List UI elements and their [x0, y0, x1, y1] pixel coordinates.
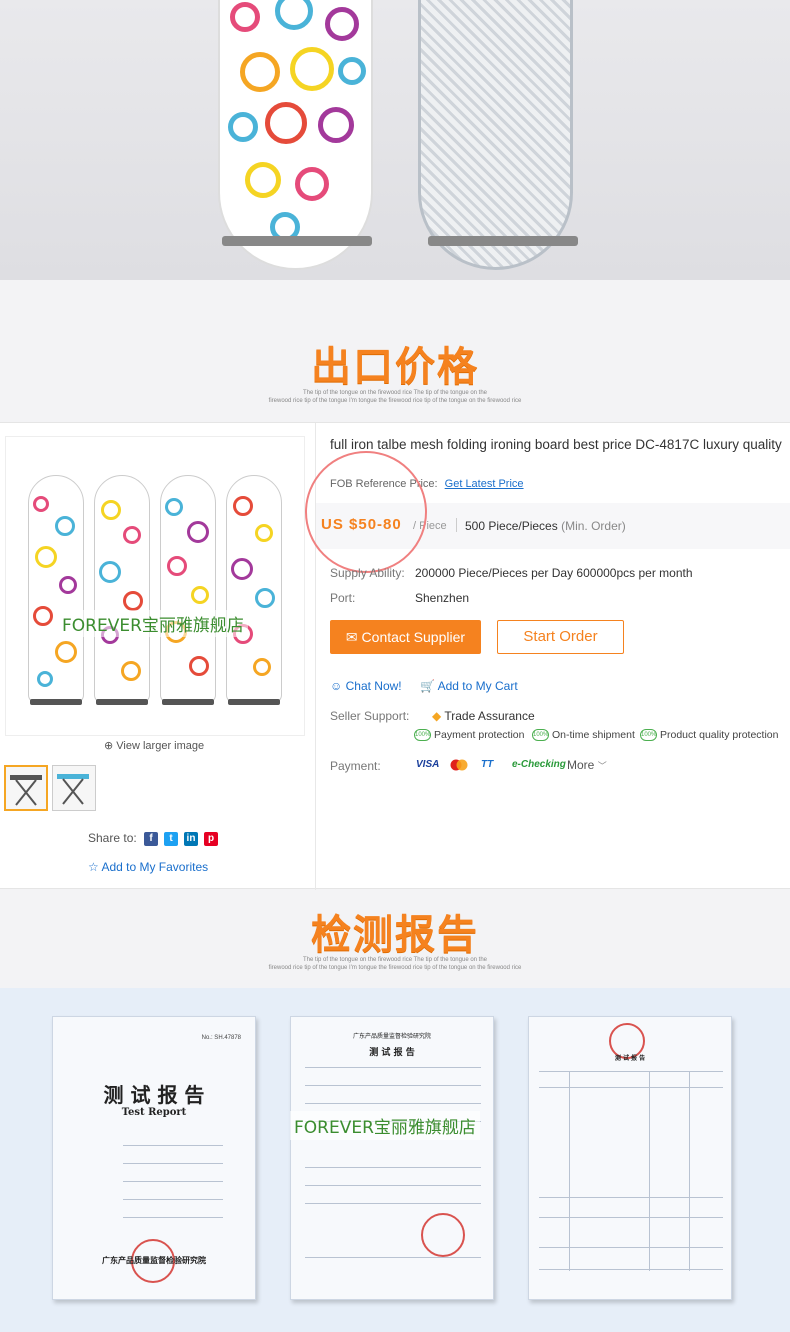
product-title: full iron talbe mesh folding ironing boa…: [330, 437, 782, 452]
chat-now-link[interactable]: ☺ Chat Now!: [330, 679, 402, 693]
main-product-image[interactable]: FOREVER宝丽雅旗舰店: [5, 436, 305, 736]
top-product-photo: [0, 0, 790, 280]
visa-icon: VISA: [416, 759, 440, 770]
ironing-board-front-image: [218, 0, 373, 270]
report-document-cover: No.: SH.47878 测 试 报 告 Test Report 广东产品质量…: [52, 1016, 256, 1300]
share-label: Share to:: [88, 831, 137, 845]
report-document-page-2: 广东产品质量监督检验研究院 测 试 报 告: [290, 1016, 494, 1300]
add-to-cart-link[interactable]: 🛒 Add to My Cart: [420, 679, 518, 693]
port-label: Port:: [330, 591, 356, 605]
payment-protection-badge: 100% Payment protection: [414, 729, 525, 742]
min-order: 500 Piece/Pieces (Min. Order): [465, 519, 626, 533]
ironing-board-thumbnail-icon: [57, 774, 89, 805]
trade-assurance-shield-icon: ◆: [432, 709, 442, 723]
tagline: The tip of the tongue on the firewood ri…: [268, 390, 522, 404]
guarantee-icon: 100%: [414, 729, 431, 742]
trade-assurance[interactable]: ◆ Trade Assurance: [432, 709, 535, 723]
view-larger-link[interactable]: ⊕ View larger image: [104, 739, 204, 752]
product-gallery: FOREVER宝丽雅旗舰店 ⊕ View larger image Share …: [0, 423, 316, 890]
ironing-board-back-image: [418, 0, 573, 270]
thumbnail-2[interactable]: [52, 765, 96, 811]
start-order-button[interactable]: Start Order: [497, 620, 624, 654]
price-highlight-circle: [305, 451, 427, 573]
mastercard-icon: [449, 759, 469, 774]
contact-supplier-button[interactable]: ✉ Contact Supplier: [330, 620, 481, 654]
cart-icon: 🛒: [420, 679, 435, 693]
test-report-heading: 检测报告: [311, 912, 479, 958]
chevron-down-icon: ﹀: [597, 761, 607, 771]
export-price-heading: 出口价格: [311, 344, 479, 390]
divider: [456, 518, 457, 532]
guarantee-icon: 100%: [640, 729, 657, 742]
more-payment-dropdown[interactable]: More ﹀: [567, 758, 607, 772]
e-checking-icon: e-Checking: [512, 759, 566, 770]
payment-label: Payment:: [330, 759, 381, 773]
report-watermark-text: FOREVER宝丽雅旗舰店: [290, 1111, 480, 1140]
watermark-text: FOREVER宝丽雅旗舰店: [58, 610, 248, 637]
zoom-icon: ⊕: [104, 740, 114, 752]
guarantee-icon: 100%: [532, 729, 549, 742]
get-latest-price-link[interactable]: Get Latest Price: [445, 478, 524, 490]
add-to-favorites-link[interactable]: ☆ Add to My Favorites: [88, 860, 208, 874]
supply-ability-value: 200000 Piece/Pieces per Day 600000pcs pe…: [415, 566, 693, 580]
supply-ability-label: Supply Ability:: [330, 566, 405, 580]
tagline-2: The tip of the tongue on the firewood ri…: [268, 957, 522, 971]
on-time-shipment-badge: 100% On-time shipment: [532, 729, 635, 742]
twitter-icon[interactable]: t: [164, 832, 178, 846]
product-panel: FOREVER宝丽雅旗舰店 ⊕ View larger image Share …: [0, 422, 790, 890]
tt-icon: TT: [481, 759, 494, 770]
star-icon: ☆: [88, 860, 99, 874]
facebook-icon[interactable]: f: [144, 832, 158, 846]
linkedin-icon[interactable]: in: [184, 832, 198, 846]
chat-icon: ☺: [330, 679, 343, 693]
port-value: Shenzhen: [415, 591, 470, 605]
report-document-page-3: 测 试 报 告: [528, 1016, 732, 1300]
ironing-board-thumbnail-icon: [10, 775, 42, 806]
seller-support-label: Seller Support:: [330, 709, 410, 723]
thumbnail-1[interactable]: [4, 765, 48, 811]
envelope-icon: ✉: [345, 629, 358, 645]
pinterest-icon[interactable]: p: [204, 832, 218, 846]
quality-protection-badge: 100% Product quality protection: [640, 729, 779, 742]
test-report-images: No.: SH.47878 测 试 报 告 Test Report 广东产品质量…: [0, 988, 790, 1332]
